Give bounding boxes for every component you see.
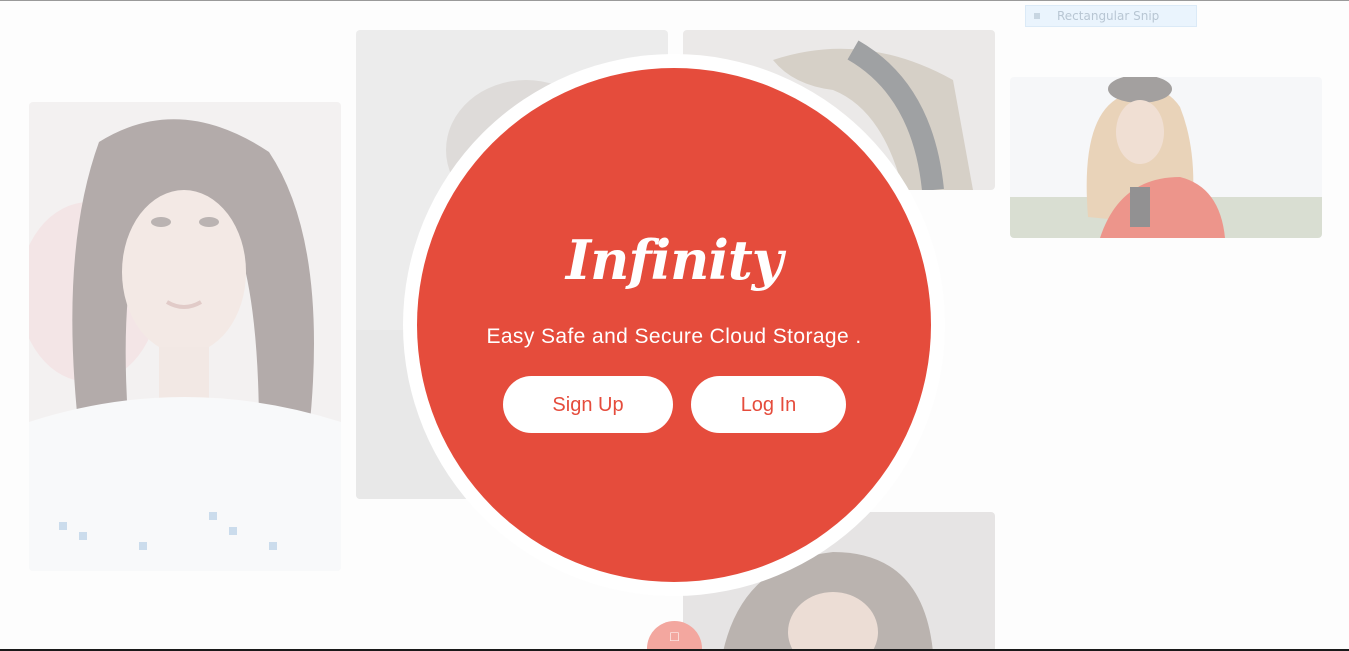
hero-tagline: Easy Safe and Secure Cloud Storage . xyxy=(486,325,862,348)
rectangular-snip-chip[interactable]: Rectangular Snip xyxy=(1025,5,1197,27)
snip-icon xyxy=(1034,13,1040,19)
brand-logo-text: Infinity xyxy=(565,228,783,292)
chevron-up-icon: □ xyxy=(670,628,679,644)
snip-label: Rectangular Snip xyxy=(1057,9,1160,23)
portrait-photo-dark-hair xyxy=(29,102,341,571)
login-button[interactable]: Log In xyxy=(691,376,846,433)
hero-circle: Infinity Easy Safe and Secure Cloud Stor… xyxy=(417,68,931,582)
portrait-photo-blonde-cap xyxy=(1010,77,1322,238)
signup-button[interactable]: Sign Up xyxy=(503,376,673,433)
landing-page: Rectangular Snip Infinity Easy Safe and … xyxy=(0,0,1349,651)
